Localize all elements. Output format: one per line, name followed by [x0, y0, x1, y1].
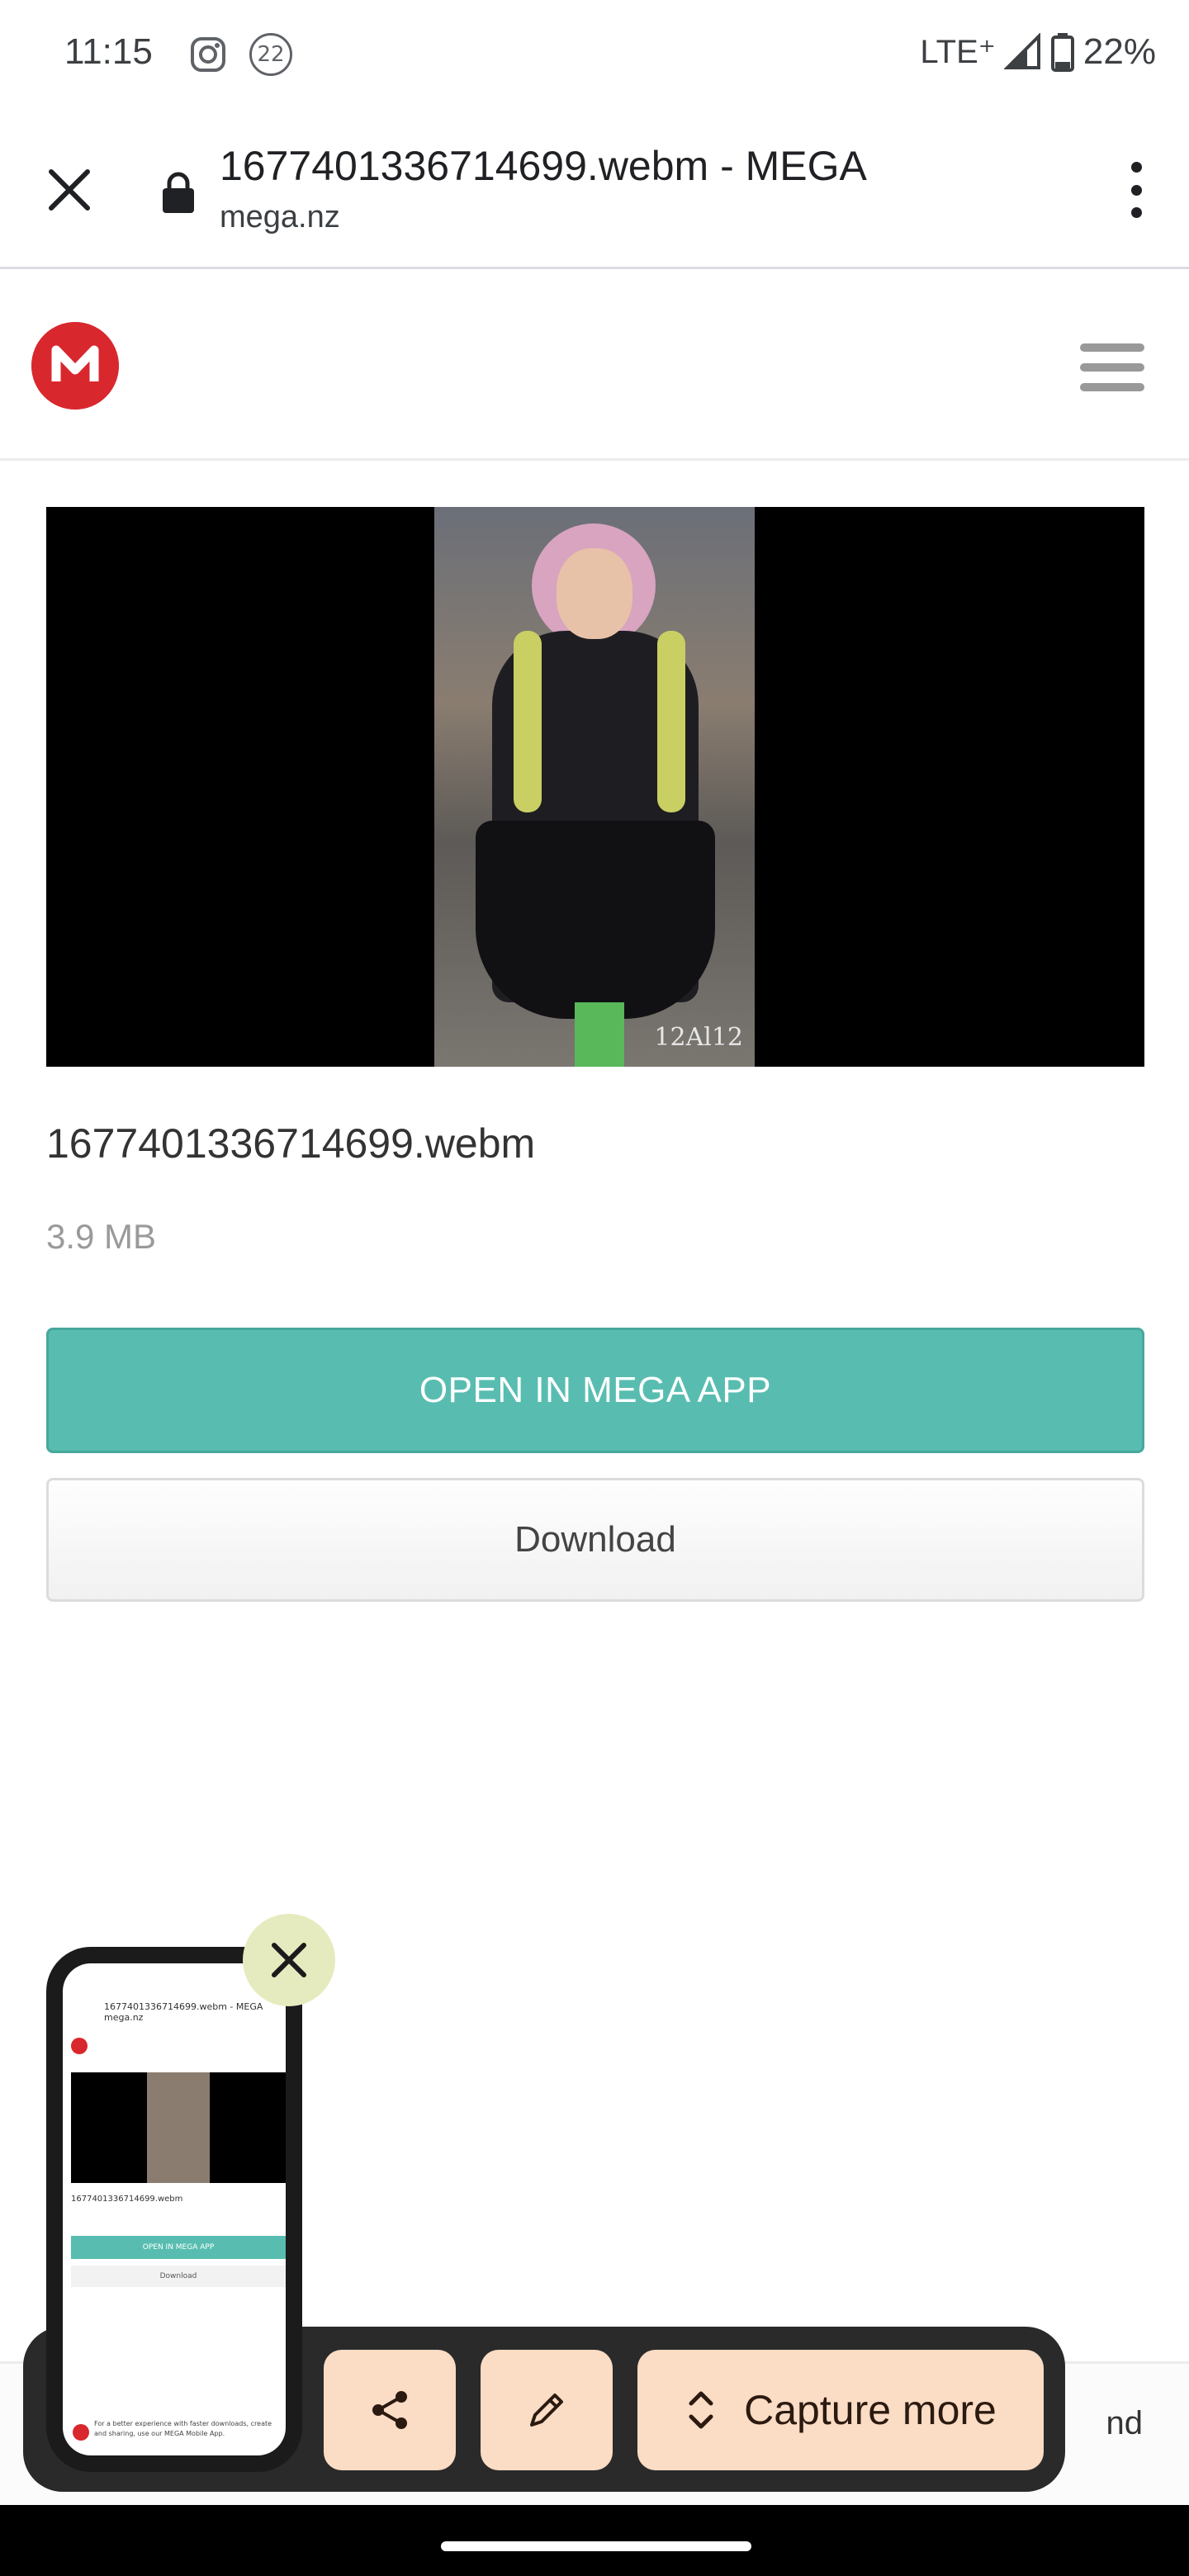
thumb-title-text: 1677401336714699.webm - MEGA — [104, 2001, 263, 2012]
screenshot-preview[interactable]: 1677401336714699.webm - MEGA mega.nz 167… — [46, 1947, 302, 2472]
file-size: 3.9 MB — [46, 1217, 157, 1256]
edit-button[interactable] — [481, 2350, 613, 2470]
status-right: LTE⁺ 22% — [920, 31, 1156, 73]
thumb-footer-text: For a better experience with faster down… — [69, 2419, 279, 2449]
browser-toolbar: 1677401336714699.webm - MEGA mega.nz — [0, 107, 1189, 269]
download-button[interactable]: Download — [46, 1478, 1144, 1602]
capture-more-button[interactable]: Capture more — [637, 2350, 1044, 2470]
thumb-open-button: OPEN IN MEGA APP — [71, 2236, 286, 2259]
dismiss-preview-button[interactable] — [243, 1914, 335, 2006]
instagram-icon — [191, 37, 225, 72]
share-button[interactable] — [324, 2350, 456, 2470]
page-title: 1677401336714699.webm - MEGA — [220, 143, 867, 189]
thumb-file-name: 1677401336714699.webm — [71, 2195, 183, 2204]
thumb-download-button: Download — [71, 2266, 286, 2287]
bottom-banner-text: nd — [1106, 2405, 1144, 2441]
notification-count-icon: 22 — [249, 33, 292, 76]
open-in-mega-app-button[interactable]: OPEN IN MEGA APP — [46, 1328, 1144, 1453]
more-vert-icon[interactable] — [1126, 162, 1146, 218]
thumb-url-text: mega.nz — [104, 2012, 144, 2023]
video-watermark: 12Al12 — [654, 1023, 743, 1052]
thumb-video — [71, 2072, 286, 2183]
page-url: mega.nz — [220, 200, 340, 234]
edit-icon — [530, 2394, 563, 2427]
battery-percent: 22% — [1082, 31, 1156, 72]
site-header — [0, 269, 1189, 461]
capture-more-label: Capture more — [744, 2387, 997, 2433]
close-icon[interactable] — [41, 162, 97, 218]
system-nav-bar — [0, 2505, 1189, 2576]
video-frame: 12Al12 — [434, 507, 755, 1067]
hamburger-icon[interactable] — [1080, 343, 1144, 391]
file-name: 1677401336714699.webm — [46, 1120, 536, 1167]
battery-icon — [1050, 33, 1074, 72]
status-time: 11:15 — [64, 31, 153, 72]
share-icon — [372, 2391, 407, 2429]
signal-icon — [1003, 33, 1040, 69]
lock-icon — [163, 172, 194, 213]
home-gesture-handle[interactable] — [441, 2541, 751, 2551]
screenshot-preview-screen: 1677401336714699.webm - MEGA mega.nz 167… — [63, 1963, 286, 2455]
thumb-title: 1677401336714699.webm - MEGA mega.nz — [104, 2001, 269, 2023]
thumb-mega-logo — [71, 2038, 88, 2054]
mega-logo[interactable] — [31, 322, 119, 410]
status-bar: 11:15 22 LTE⁺ 22% — [0, 0, 1189, 107]
network-label: LTE⁺ — [920, 34, 996, 70]
close-icon — [272, 1943, 306, 1977]
video-player[interactable]: 12Al12 — [46, 507, 1144, 1067]
expand-icon — [689, 2391, 713, 2429]
